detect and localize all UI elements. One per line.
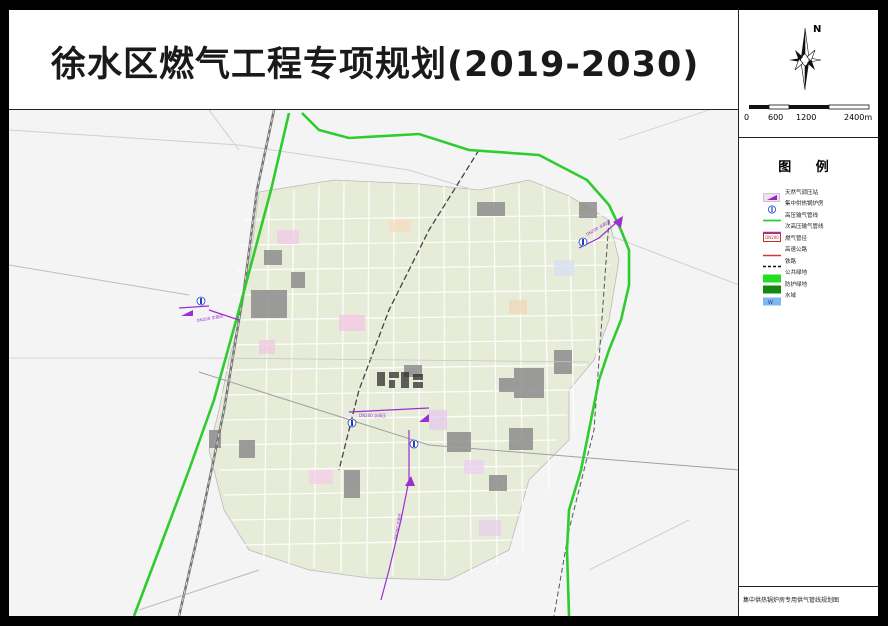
boiler-room-icon [763,199,781,214]
scale-tick-0: 0 [744,113,750,122]
expressway-icon [763,245,781,256]
footer-panel: 集中供热锅炉房专用供气管线规划图 [739,586,878,616]
legend-item-expressway: 高速公路 [763,244,875,256]
pipe-diameter-icon: DN200 [763,233,781,243]
sub-hp-pipeline-icon [763,222,781,233]
scale-tick-1: 600 [768,113,784,122]
title-panel: 徐水区燃气工程专项规划(2019-2030) [9,10,739,110]
legend-label: 高速公路 [785,247,808,254]
legend-item-sub-hp-pipeline: 次高压输气管线 [763,221,875,233]
industrial-block [251,290,287,318]
legend-item-protective-green: 防护绿地 [763,278,875,294]
legend-label: 集中供热锅炉房 [785,201,824,208]
legend-item-boiler-room: 集中供热锅炉房 [763,198,875,214]
map-svg: DN200 次高压 DN200 次高压 DN200 次高压 DN200 次高压 [9,110,738,616]
legend-label: 铁路 [785,258,797,265]
map-subtitle: 集中供热锅炉房专用供气管线规划图 [743,597,840,604]
legend-item-hp-pipeline: 高压输气管线 [763,209,875,222]
north-arrow-icon [749,27,870,110]
legend-label: 防护绿地 [785,281,808,288]
legend-item-water: W 水域 [763,290,875,306]
legend-item-regulator-station: 天然气调压站 [763,186,875,202]
side-panel: N 0 600 1200 2400m 图 例 天然气调压站 集中供热锅炉房 高压… [739,10,878,616]
station-label-center: DN200 次高压 [359,412,386,418]
north-arrow-panel: N 0 600 1200 2400m [739,10,878,138]
scale-tick-2: 1200 [796,113,817,122]
scale-tick-3: 2400m [844,113,873,122]
north-label: N [813,24,822,35]
legend-item-pipe-diameter: DN200 燃气管径 [763,232,875,244]
legend-label: 公共绿地 [785,270,808,277]
hp-pipeline-icon [763,210,781,222]
legend-label: 燃气管径 [785,235,808,242]
legend-label: 天然气调压站 [785,189,819,196]
scale-bar: 0 600 1200 2400m [744,113,874,125]
legend-item-railway: 铁路 [763,255,875,268]
public-green-icon [763,268,781,283]
regulator-station-icon [763,187,781,202]
legend-panel: 图 例 天然气调压站 集中供热锅炉房 高压输气管线 次高压输气管线 DN200 … [739,138,878,586]
legend-title: 图 例 [778,160,839,175]
svg-text:W: W [768,300,773,306]
pipe-diameter-badge: DN200 [765,235,779,241]
water-icon: W [763,291,781,306]
legend-item-public-green: 公共绿地 [763,267,875,283]
map-canvas[interactable]: DN200 次高压 DN200 次高压 DN200 次高压 DN200 次高压 [9,110,739,616]
legend-list: 天然气调压站 集中供热锅炉房 高压输气管线 次高压输气管线 DN200 燃气管径… [763,186,875,306]
railway-icon [763,256,781,268]
map-sheet: 徐水区燃气工程专项规划(2019-2030) DN200 次高压 DN200 次… [9,10,878,616]
page-title: 徐水区燃气工程专项规划(2019-2030) [51,45,700,85]
protective-green-icon [763,279,781,294]
legend-label: 水域 [785,293,797,300]
legend-label: 次高压输气管线 [785,224,824,231]
legend-label: 高压输气管线 [785,212,819,219]
